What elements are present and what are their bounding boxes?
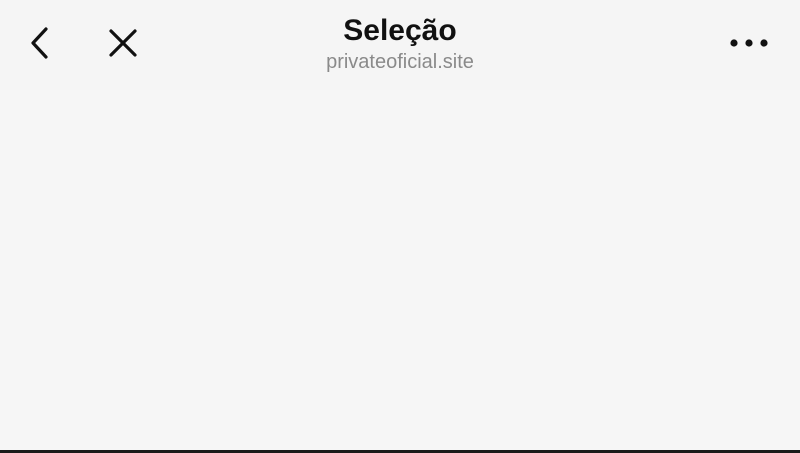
page-title: Seleção [343, 14, 457, 47]
back-button[interactable] [18, 21, 62, 65]
more-horizontal-icon [730, 39, 768, 47]
browser-header: Seleção privateoficial.site [0, 0, 800, 90]
page-content-area[interactable] [0, 90, 800, 453]
close-icon [109, 29, 137, 57]
page-url: privateoficial.site [326, 51, 474, 73]
chevron-left-icon [31, 27, 48, 59]
more-options-button[interactable] [727, 21, 771, 65]
title-block: Seleção privateoficial.site [200, 12, 600, 74]
close-button[interactable] [101, 21, 145, 65]
in-app-browser: Seleção privateoficial.site [0, 0, 800, 453]
